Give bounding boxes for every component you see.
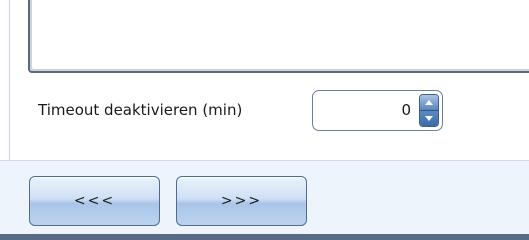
spin-down-button[interactable]: [420, 111, 438, 126]
timeout-stepper[interactable]: 0: [312, 90, 443, 131]
timeout-label: Timeout deaktivieren (min): [38, 101, 243, 119]
bottom-border: [0, 234, 529, 240]
next-button[interactable]: >>>: [176, 176, 307, 226]
spin-up-button[interactable]: [420, 95, 438, 111]
back-button[interactable]: <<<: [29, 176, 160, 226]
chevron-up-icon: [425, 100, 433, 105]
settings-panel: Timeout deaktivieren (min) 0: [0, 0, 529, 160]
panel-left-border: [9, 0, 10, 160]
spin-buttons: [419, 94, 439, 127]
timeout-value[interactable]: 0: [401, 100, 411, 120]
chevron-down-icon: [425, 116, 433, 121]
list-box[interactable]: [28, 0, 529, 73]
